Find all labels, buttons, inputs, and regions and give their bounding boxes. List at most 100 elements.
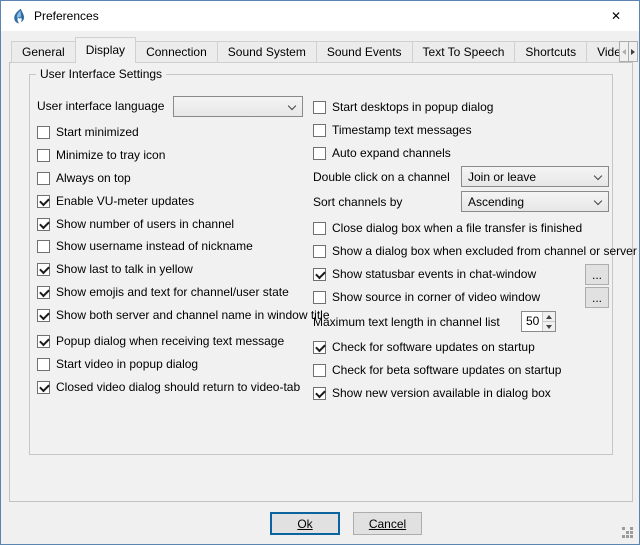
checkbox-video-source-corner[interactable]: Show source in corner of video window — [313, 290, 540, 304]
arrow-right-icon — [631, 49, 635, 55]
checkbox-box[interactable] — [313, 124, 326, 137]
checkbox-auto-expand-channels[interactable]: Auto expand channels — [313, 146, 451, 160]
double-click-select-value: Join or leave — [468, 170, 536, 184]
checkbox-check-updates[interactable]: Check for software updates on startup — [313, 340, 535, 354]
checkbox-box[interactable] — [37, 172, 50, 185]
checkbox-vu-meter-updates[interactable]: Enable VU-meter updates — [37, 194, 194, 208]
checkbox-server-channel-in-title[interactable]: Show both server and channel name in win… — [37, 308, 330, 322]
checkbox-timestamp-messages[interactable]: Timestamp text messages — [313, 123, 472, 137]
checkbox-box[interactable] — [313, 147, 326, 160]
checkbox-label: Show statusbar events in chat-window — [332, 267, 536, 281]
checkbox-emojis-and-text[interactable]: Show emojis and text for channel/user st… — [37, 285, 289, 299]
ok-button-label: Ok — [297, 517, 312, 531]
preferences-dialog: Preferences ✕ General Display Connection… — [0, 0, 640, 545]
resize-grip[interactable] — [622, 527, 625, 530]
group-title: User Interface Settings — [36, 67, 166, 82]
checkbox-label: Show number of users in channel — [56, 217, 234, 231]
tab-text-to-speech[interactable]: Text To Speech — [412, 41, 516, 63]
statusbar-events-browse-button[interactable]: ... — [585, 264, 609, 285]
window-title: Preferences — [34, 9, 99, 23]
tab-sound-system[interactable]: Sound System — [217, 41, 317, 63]
ok-button[interactable]: Ok — [270, 512, 340, 535]
tab-video[interactable]: Video — [586, 41, 619, 63]
spinner-value: 50 — [522, 312, 542, 331]
max-text-length-label: Maximum text length in channel list — [313, 315, 500, 330]
checkbox-box[interactable] — [37, 381, 50, 394]
checkbox-label: Show last to talk in yellow — [56, 262, 193, 276]
tab-sound-events[interactable]: Sound Events — [316, 41, 413, 63]
checkbox-last-to-talk-yellow[interactable]: Show last to talk in yellow — [37, 262, 193, 276]
checkbox-box[interactable] — [37, 286, 50, 299]
checkbox-box[interactable] — [313, 268, 326, 281]
checkbox-label: Show both server and channel name in win… — [56, 308, 330, 322]
checkbox-label: Check for beta software updates on start… — [332, 363, 561, 377]
checkbox-box[interactable] — [313, 222, 326, 235]
checkbox-box[interactable] — [37, 263, 50, 276]
checkbox-close-on-file-transfer[interactable]: Close dialog box when a file transfer is… — [313, 221, 582, 235]
checkbox-box[interactable] — [313, 341, 326, 354]
checkbox-box[interactable] — [37, 335, 50, 348]
max-text-length-spinner[interactable]: 50 — [521, 311, 556, 332]
checkbox-statusbar-events[interactable]: Show statusbar events in chat-window — [313, 267, 536, 281]
checkbox-desktops-popup[interactable]: Start desktops in popup dialog — [313, 100, 493, 114]
tab-display[interactable]: Display — [75, 37, 136, 63]
checkbox-label: Show new version available in dialog box — [332, 386, 551, 400]
checkbox-box[interactable] — [313, 245, 326, 258]
video-source-browse-button[interactable]: ... — [585, 287, 609, 308]
spin-down-button[interactable] — [543, 322, 555, 331]
arrow-up-icon — [546, 315, 552, 319]
checkbox-box[interactable] — [313, 364, 326, 377]
checkbox-closed-video-return[interactable]: Closed video dialog should return to vid… — [37, 380, 300, 394]
checkbox-video-popup-dialog[interactable]: Start video in popup dialog — [37, 357, 198, 371]
checkbox-box[interactable] — [37, 309, 50, 322]
checkbox-check-beta-updates[interactable]: Check for beta software updates on start… — [313, 363, 561, 377]
checkbox-new-version-dialog[interactable]: Show new version available in dialog box — [313, 386, 551, 400]
chevron-down-icon — [594, 197, 602, 205]
language-select[interactable] — [173, 96, 303, 117]
language-label: User interface language — [37, 99, 164, 114]
checkbox-box[interactable] — [37, 126, 50, 139]
checkbox-label: Timestamp text messages — [332, 123, 472, 137]
app-icon — [10, 8, 26, 24]
titlebar[interactable]: Preferences ✕ — [1, 1, 639, 31]
spin-up-button[interactable] — [543, 312, 555, 322]
checkbox-box[interactable] — [37, 218, 50, 231]
checkbox-label: Check for software updates on startup — [332, 340, 535, 354]
checkbox-box[interactable] — [37, 195, 50, 208]
checkbox-box[interactable] — [37, 149, 50, 162]
checkbox-label: Start desktops in popup dialog — [332, 100, 493, 114]
close-button[interactable]: ✕ — [593, 1, 639, 31]
checkbox-label: Close dialog box when a file transfer is… — [332, 221, 582, 235]
checkbox-minimize-to-tray[interactable]: Minimize to tray icon — [37, 148, 165, 162]
tab-shortcuts[interactable]: Shortcuts — [514, 41, 587, 63]
checkbox-label: Start minimized — [56, 125, 139, 139]
checkbox-always-on-top[interactable]: Always on top — [37, 171, 131, 185]
checkbox-box[interactable] — [313, 291, 326, 304]
tab-scroll-right-button[interactable] — [628, 41, 638, 62]
checkbox-dialog-when-excluded[interactable]: Show a dialog box when excluded from cha… — [313, 244, 637, 258]
tab-bar: General Display Connection Sound System … — [11, 37, 619, 63]
checkbox-show-user-count[interactable]: Show number of users in channel — [37, 217, 234, 231]
checkbox-label: Show a dialog box when excluded from cha… — [332, 244, 637, 258]
checkbox-box[interactable] — [37, 358, 50, 371]
checkbox-label: Closed video dialog should return to vid… — [56, 380, 300, 394]
spinner-buttons — [542, 312, 555, 331]
tab-connection[interactable]: Connection — [135, 41, 218, 63]
checkbox-box[interactable] — [313, 101, 326, 114]
checkbox-box[interactable] — [37, 240, 50, 253]
checkbox-popup-on-text-message[interactable]: Popup dialog when receiving text message — [37, 334, 284, 348]
sort-channels-select-value: Ascending — [468, 195, 524, 209]
close-icon: ✕ — [611, 9, 621, 23]
tab-general[interactable]: General — [11, 41, 76, 63]
sort-channels-select[interactable]: Ascending — [461, 191, 609, 212]
checkbox-box[interactable] — [313, 387, 326, 400]
double-click-select[interactable]: Join or leave — [461, 166, 609, 187]
chevron-down-icon — [594, 172, 602, 180]
checkbox-username-instead-nickname[interactable]: Show username instead of nickname — [37, 239, 253, 253]
arrow-left-icon — [622, 49, 626, 55]
checkbox-label: Popup dialog when receiving text message — [56, 334, 284, 348]
checkbox-start-minimized[interactable]: Start minimized — [37, 125, 139, 139]
chevron-down-icon — [288, 102, 296, 110]
tab-scroll-buttons — [619, 41, 637, 62]
cancel-button[interactable]: Cancel — [353, 512, 422, 535]
